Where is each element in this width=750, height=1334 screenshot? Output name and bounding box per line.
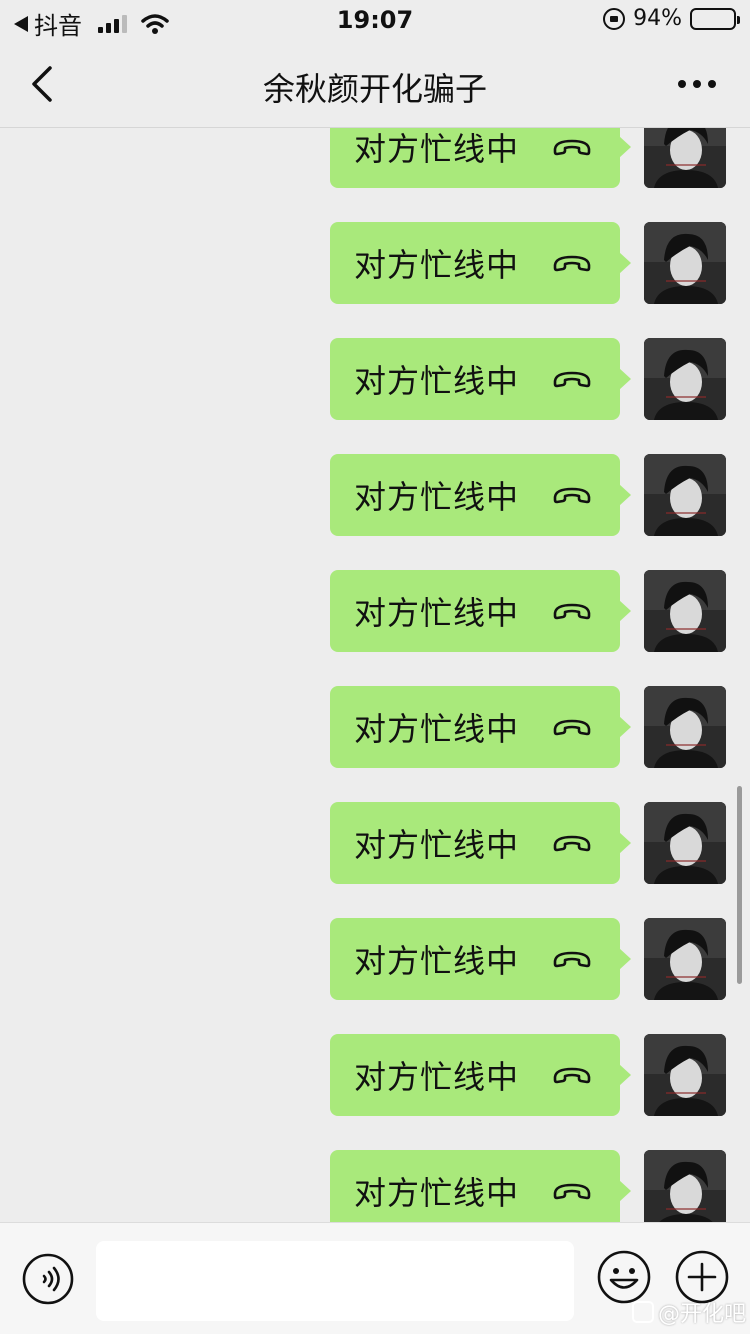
call-status-text: 对方忙线中 <box>354 1058 520 1096</box>
avatar-portrait-icon <box>644 338 726 420</box>
call-status-bubble[interactable]: 对方忙线中 <box>330 802 631 884</box>
hang-up-phone-icon <box>553 951 591 968</box>
message-row: 对方忙线中 <box>0 1116 750 1222</box>
watermark: @开化吧 <box>632 1296 746 1328</box>
voice-input-icon[interactable] <box>22 1253 74 1305</box>
avatar[interactable] <box>644 1034 726 1116</box>
avatar-portrait-icon <box>644 686 726 768</box>
avatar-portrait-icon <box>644 918 726 1000</box>
avatar-portrait-icon <box>644 454 726 536</box>
call-status-text: 对方忙线中 <box>354 710 520 748</box>
call-status-bubble[interactable]: 对方忙线中 <box>330 918 631 1000</box>
message-row: 对方忙线中 <box>0 652 750 768</box>
hang-up-phone-icon <box>553 255 591 272</box>
battery-icon <box>690 7 740 30</box>
avatar[interactable] <box>644 918 726 1000</box>
avatar[interactable] <box>644 802 726 884</box>
avatar-portrait-icon <box>644 570 726 652</box>
avatar[interactable] <box>644 338 726 420</box>
orientation-lock-icon <box>603 7 626 30</box>
more-options-icon[interactable] <box>678 80 716 88</box>
call-status-bubble[interactable]: 对方忙线中 <box>330 454 631 536</box>
call-status-text: 对方忙线中 <box>354 362 520 400</box>
hang-up-phone-icon <box>553 1183 591 1200</box>
call-status-bubble[interactable]: 对方忙线中 <box>330 222 631 304</box>
status-bar: 抖音 19:07 94% <box>0 0 750 40</box>
chat-message-area[interactable]: 对方忙线中 对方忙线中 对方忙线中 对方忙线中 对方忙线中 对方忙线中 对方忙线… <box>0 128 750 1222</box>
watermark-logo-icon <box>632 1301 654 1323</box>
avatar-portrait-icon <box>644 1034 726 1116</box>
avatar[interactable] <box>644 222 726 304</box>
hang-up-phone-icon <box>553 603 591 620</box>
message-list: 对方忙线中 对方忙线中 对方忙线中 对方忙线中 对方忙线中 对方忙线中 对方忙线… <box>0 128 750 1222</box>
message-row: 对方忙线中 <box>0 1000 750 1116</box>
message-row: 对方忙线中 <box>0 884 750 1000</box>
avatar[interactable] <box>644 570 726 652</box>
status-bar-right: 94% <box>603 6 740 31</box>
avatar[interactable] <box>644 1150 726 1222</box>
call-status-bubble[interactable]: 对方忙线中 <box>330 128 631 188</box>
avatar-portrait-icon <box>644 128 726 188</box>
avatar[interactable] <box>644 128 726 188</box>
message-row: 对方忙线中 <box>0 420 750 536</box>
battery-percent: 94% <box>633 6 682 31</box>
call-status-text: 对方忙线中 <box>354 478 520 516</box>
avatar-portrait-icon <box>644 222 726 304</box>
avatar[interactable] <box>644 454 726 536</box>
chat-title: 余秋颜开化骗子 <box>262 70 487 108</box>
call-status-bubble[interactable]: 对方忙线中 <box>330 338 631 420</box>
call-status-text: 对方忙线中 <box>354 130 520 168</box>
call-status-bubble[interactable]: 对方忙线中 <box>330 1150 631 1222</box>
hang-up-phone-icon <box>553 371 591 388</box>
call-status-bubble[interactable]: 对方忙线中 <box>330 686 631 768</box>
message-row: 对方忙线中 <box>0 536 750 652</box>
hang-up-phone-icon <box>553 139 591 156</box>
call-status-text: 对方忙线中 <box>354 246 520 284</box>
avatar-portrait-icon <box>644 802 726 884</box>
call-status-text: 对方忙线中 <box>354 594 520 632</box>
avatar-portrait-icon <box>644 1150 726 1222</box>
hang-up-phone-icon <box>553 487 591 504</box>
message-row: 对方忙线中 <box>0 304 750 420</box>
avatar[interactable] <box>644 686 726 768</box>
call-status-text: 对方忙线中 <box>354 1174 520 1212</box>
message-input[interactable] <box>96 1241 574 1321</box>
call-status-text: 对方忙线中 <box>354 942 520 980</box>
hang-up-phone-icon <box>553 719 591 736</box>
call-status-bubble[interactable]: 对方忙线中 <box>330 570 631 652</box>
call-status-bubble[interactable]: 对方忙线中 <box>330 1034 631 1116</box>
scroll-indicator[interactable] <box>737 786 742 984</box>
hang-up-phone-icon <box>553 1067 591 1084</box>
call-status-text: 对方忙线中 <box>354 826 520 864</box>
message-row: 对方忙线中 <box>0 768 750 884</box>
message-row: 对方忙线中 <box>0 188 750 304</box>
message-row: 对方忙线中 <box>0 128 750 188</box>
hang-up-phone-icon <box>553 835 591 852</box>
watermark-text: @开化吧 <box>658 1302 747 1327</box>
nav-bar: 余秋颜开化骗子 <box>0 40 750 128</box>
